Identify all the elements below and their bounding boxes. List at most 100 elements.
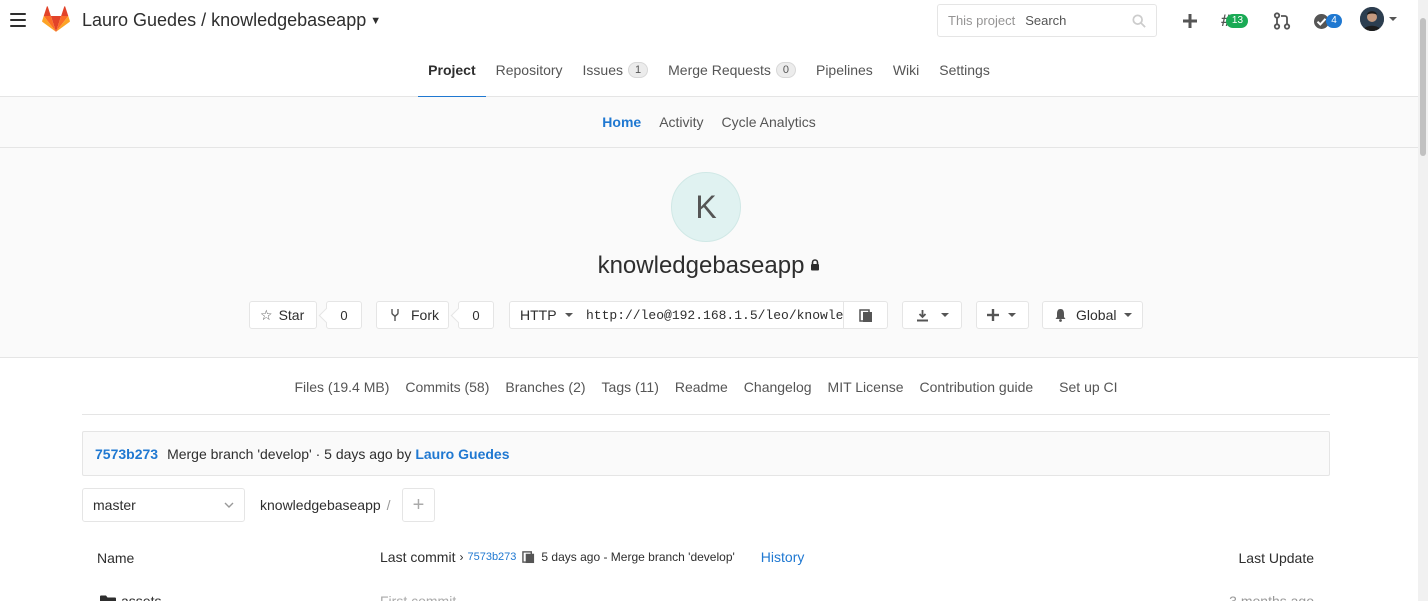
plus-icon	[1183, 14, 1197, 28]
fork-icon	[391, 309, 399, 321]
tab-label: Merge Requests	[668, 61, 771, 78]
subtab-cycle-analytics[interactable]: Cycle Analytics	[713, 114, 825, 130]
add-dropdown[interactable]	[976, 301, 1029, 329]
user-avatar	[1360, 7, 1384, 31]
file-commit-message[interactable]: First commit	[380, 593, 456, 601]
column-name: Name	[97, 550, 135, 566]
star-button[interactable]: ☆ Star	[249, 301, 317, 329]
tags-link[interactable]: Tags (11)	[594, 379, 667, 395]
readme-link[interactable]: Readme	[667, 379, 736, 395]
tab-settings[interactable]: Settings	[929, 42, 1000, 97]
star-icon: ☆	[260, 306, 273, 323]
search-scope-label: This project	[948, 13, 1016, 28]
tab-issues[interactable]: Issues 1	[573, 42, 659, 97]
tab-repository[interactable]: Repository	[486, 42, 573, 97]
tab-label: Settings	[939, 61, 990, 78]
search-input[interactable]: This project Search	[937, 4, 1157, 37]
breadcrumb-separator: /	[386, 497, 391, 513]
project-title: knowledgebaseapp	[0, 252, 1418, 280]
issues-button[interactable]: # 13	[1221, 11, 1249, 31]
star-count[interactable]: 0	[326, 301, 362, 329]
chevron-down-icon	[564, 313, 573, 317]
top-navbar: Lauro Guedes / knowledgebaseapp ▼ This pr…	[0, 0, 1418, 42]
chevron-down-icon	[941, 313, 949, 317]
gitlab-logo-icon[interactable]	[42, 6, 70, 32]
tab-label: Repository	[495, 61, 563, 78]
tree-breadcrumb: knowledgebaseapp /	[260, 497, 391, 513]
table-row[interactable]: assets First commit 3 months ago	[82, 588, 1330, 601]
column-last-update: Last Update	[1238, 550, 1315, 566]
project-avatar: K	[671, 172, 741, 242]
todos-button[interactable]: 4	[1313, 11, 1342, 31]
project-name: knowledgebaseapp	[597, 252, 805, 279]
clipboard-icon	[858, 308, 872, 322]
subtab-home[interactable]: Home	[593, 114, 650, 130]
files-link[interactable]: Files (19.4 MB)	[286, 379, 397, 395]
chevron-down-icon	[1124, 313, 1133, 317]
page-scrollbar[interactable]	[1418, 0, 1428, 601]
tab-project[interactable]: Project	[418, 42, 487, 98]
fork-count-value: 0	[472, 307, 480, 323]
add-file-button[interactable]: +	[402, 488, 435, 522]
search-placeholder: Search	[1025, 13, 1067, 28]
lock-icon	[811, 259, 820, 271]
contribution-guide-link[interactable]: Contribution guide	[912, 379, 1042, 395]
column-last-commit: Last commit › 7573b273 5 days ago - Merg…	[380, 549, 804, 565]
project-breadcrumb[interactable]: Lauro Guedes / knowledgebaseapp ▼	[82, 10, 381, 31]
merge-requests-count: 0	[775, 61, 796, 78]
star-count-value: 0	[340, 307, 348, 323]
file-last-update: 3 months ago	[1229, 593, 1314, 601]
folder-icon	[100, 595, 116, 601]
download-icon	[917, 309, 928, 321]
fork-button[interactable]: Fork	[376, 301, 449, 329]
subtab-activity[interactable]: Activity	[650, 114, 712, 130]
history-link[interactable]: History	[761, 549, 805, 565]
tab-label: Issues	[582, 61, 624, 78]
commit-author-link[interactable]: Lauro Guedes	[415, 446, 509, 462]
clipboard-icon[interactable]	[522, 550, 535, 564]
menu-icon[interactable]	[10, 13, 26, 27]
branch-name: master	[93, 497, 136, 513]
download-dropdown[interactable]	[902, 301, 962, 329]
star-label: Star	[278, 307, 305, 323]
branches-link[interactable]: Branches (2)	[497, 379, 593, 395]
header-commit-sha-link[interactable]: 7573b273	[467, 551, 516, 563]
fork-label: Fork	[411, 307, 439, 323]
tab-label: Wiki	[892, 61, 920, 78]
merge-requests-button[interactable]	[1273, 11, 1291, 31]
tab-label: Project	[428, 61, 476, 78]
new-item-button[interactable]	[1182, 11, 1198, 31]
folder-label: assets	[121, 593, 162, 601]
scrollbar-thumb[interactable]	[1420, 18, 1426, 156]
project-path-label: Lauro Guedes / knowledgebaseapp	[82, 10, 367, 30]
breadcrumb-root-link[interactable]: knowledgebaseapp	[260, 497, 381, 513]
license-link[interactable]: MIT License	[820, 379, 912, 395]
project-tabs: Project Repository Issues 1 Merge Request…	[0, 42, 1418, 98]
chevron-down-icon: ▼	[370, 15, 382, 27]
clone-protocol-dropdown[interactable]: HTTP	[509, 301, 577, 329]
chevron-down-icon	[1389, 17, 1397, 21]
tab-pipelines[interactable]: Pipelines	[806, 42, 883, 97]
project-stats-nav: Files (19.4 MB) Commits (58) Branches (2…	[82, 359, 1330, 415]
tab-label: Pipelines	[815, 61, 873, 78]
chevron-right-icon: ›	[459, 550, 464, 564]
chevron-down-icon	[224, 502, 234, 508]
branch-select[interactable]: master	[82, 488, 245, 522]
project-subnav: Home Activity Cycle Analytics	[0, 97, 1418, 148]
file-name[interactable]: assets	[100, 593, 161, 601]
merge-request-icon	[1273, 12, 1291, 30]
tab-merge-requests[interactable]: Merge Requests 0	[658, 42, 806, 97]
commits-link[interactable]: Commits (58)	[397, 379, 497, 395]
setup-ci-link[interactable]: Set up CI	[1051, 379, 1125, 395]
notification-dropdown[interactable]: Global	[1042, 301, 1143, 329]
copy-url-button[interactable]	[843, 301, 888, 329]
fork-count[interactable]: 0	[458, 301, 494, 329]
project-home-panel: K knowledgebaseapp ☆ Star 0 Fork 0 HTTP h…	[0, 148, 1418, 358]
commit-sha-link[interactable]: 7573b273	[95, 446, 158, 462]
changelog-link[interactable]: Changelog	[736, 379, 820, 395]
todos-count-badge: 4	[1326, 14, 1342, 28]
clone-url-input[interactable]: http://leo@192.168.1.5/leo/knowledgebase…	[576, 301, 844, 329]
user-menu[interactable]	[1360, 7, 1397, 31]
header-commit-message: 5 days ago - Merge branch 'develop'	[541, 550, 735, 564]
tab-wiki[interactable]: Wiki	[883, 42, 929, 97]
